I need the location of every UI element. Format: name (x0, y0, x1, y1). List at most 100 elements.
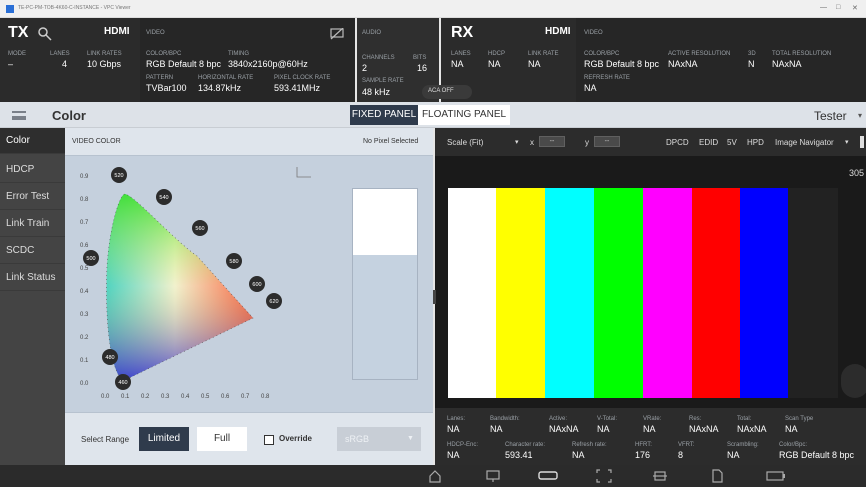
svg-text:500: 500 (86, 256, 95, 262)
color-bar-green (594, 188, 643, 398)
rx-status-hdcp-enc-label: HDCP-Enc: (447, 442, 479, 448)
rx-hdcp-label: HDCP (488, 51, 506, 57)
wavelength-marker-600: 600 (249, 276, 265, 292)
y-axis-tick-5: 0.4 (80, 289, 89, 295)
network-icon[interactable] (652, 469, 668, 483)
fixed-panel-button[interactable]: FIXED PANEL (350, 105, 418, 125)
rx-status-hfrt-label: HFRT: (635, 442, 652, 448)
tab-edid[interactable]: EDID (699, 138, 718, 147)
tab-hpd[interactable]: HPD (747, 138, 764, 147)
color-bar-white (448, 188, 496, 398)
rx-status-scan-type-label: Scan Type (785, 416, 814, 422)
svg-text:540: 540 (159, 195, 168, 201)
rx-status-vtotal-label: V-Total: (597, 416, 618, 422)
tab-image-navigator[interactable]: Image Navigator (775, 138, 834, 147)
y-axis-tick-3: 0.6 (80, 243, 89, 249)
monitor-icon[interactable] (486, 469, 500, 483)
rx-status-vfrt-value: 8 (678, 450, 684, 460)
no-display-icon[interactable] (330, 28, 344, 40)
rx-status-scrambling-label: Scrambling: (727, 442, 759, 448)
minimize-button[interactable]: — (820, 4, 827, 11)
y-axis-tick-9: 0.0 (80, 381, 89, 387)
video-color-panel: VIDEO COLOR No Pixel Selected 0.9 0.8 0.… (65, 128, 433, 465)
rx-lanes-value: NA (451, 59, 464, 69)
screen-capture-icon[interactable] (596, 469, 612, 483)
hamburger-menu-icon[interactable] (12, 111, 26, 120)
full-range-button[interactable]: Full (197, 427, 247, 451)
color-bar-test-pattern[interactable] (448, 188, 838, 398)
rx-status-scan-type-value: NA (785, 424, 798, 434)
rx-status-hfrt-value: 176 (635, 450, 651, 460)
rx-status-bandwidth-label: Bandwidth: (490, 416, 520, 422)
pixel-status: No Pixel Selected (363, 138, 419, 145)
color-bar-cyan (545, 188, 594, 398)
tab-dpcd[interactable]: DPCD (666, 138, 689, 147)
maximize-button[interactable]: □ (836, 4, 840, 11)
user-name[interactable]: Tester (814, 109, 847, 123)
x-axis-tick-8: 0.8 (261, 394, 270, 400)
battery-icon[interactable] (766, 471, 786, 481)
tx-horizontal-rate-label: HORIZONTAL RATE (198, 75, 254, 81)
scale-dropdown-icon[interactable]: ▾ (515, 138, 519, 146)
rx-status-vrate-label: VRate: (643, 416, 662, 422)
sidebar-item-hdcp[interactable]: HDCP (0, 157, 65, 183)
svg-text:480: 480 (105, 355, 114, 361)
svg-text:620: 620 (269, 299, 278, 305)
tx-pattern-label: PATTERN (146, 75, 174, 81)
color-bar-black (788, 188, 838, 398)
y-axis-tick-7: 0.2 (80, 335, 89, 341)
tx-color-bpc-label: COLOR/BPC (146, 51, 182, 57)
user-dropdown-icon[interactable]: ▾ (858, 111, 862, 120)
override-checkbox[interactable] (264, 435, 274, 445)
y-coordinate-input[interactable]: -- (594, 136, 620, 147)
rx-status-lanes-label: Lanes: (447, 416, 466, 422)
scale-select[interactable]: Scale (Fit) (447, 138, 483, 147)
home-icon[interactable] (428, 469, 442, 483)
sidebar-item-link-train[interactable]: Link Train (0, 211, 65, 237)
sidebar-item-error-test[interactable]: Error Test (0, 184, 65, 210)
tab-5v[interactable]: 5V (727, 138, 737, 147)
tx-lanes-value: 4 (62, 59, 68, 69)
colorspace-select[interactable]: sRGB ▼ (337, 427, 421, 451)
rx-status-refresh-rate-label: Refresh rate: (572, 442, 607, 448)
audio-sample-rate-value: 48 kHz (362, 87, 391, 97)
tx-timing-value: 3840x2160p@60Hz (228, 59, 308, 69)
rx-status-active-value: NAxNA (549, 424, 579, 434)
x-coordinate-input[interactable]: -- (539, 136, 565, 147)
x-axis-tick-0: 0.0 (101, 394, 110, 400)
color-bar-blue (740, 188, 788, 398)
tx-mode-value: – (8, 59, 14, 69)
x-axis-tick-6: 0.6 (221, 394, 230, 400)
hdmi-port-icon[interactable] (538, 470, 558, 482)
scroll-navigator[interactable] (841, 364, 866, 398)
svg-text:600: 600 (252, 282, 261, 288)
panel-splitter-handle[interactable] (433, 290, 436, 304)
close-button[interactable]: ✕ (852, 4, 858, 12)
sidebar-item-link-status[interactable]: Link Status (0, 265, 65, 291)
sidebar-item-color[interactable]: Color (0, 128, 65, 154)
audio-bits-value: 16 (417, 63, 428, 73)
wavelength-marker-540: 540 (156, 189, 172, 205)
panel-edge-handle[interactable] (860, 136, 864, 148)
limited-range-button[interactable]: Limited (139, 427, 189, 451)
floating-panel-button[interactable]: FLOATING PANEL (418, 105, 510, 125)
search-icon[interactable] (38, 27, 52, 41)
rx-total-resolution-label: TOTAL RESOLUTION (772, 51, 832, 57)
tx-color-bpc-value: RGB Default 8 bpc (146, 59, 222, 69)
tx-link-rates-value: 10 Gbps (87, 59, 122, 69)
navigator-dropdown-icon[interactable]: ▾ (845, 138, 849, 146)
document-icon[interactable] (710, 469, 724, 483)
cie-corner-marker (296, 167, 311, 178)
navigator-side-value: 305 (849, 168, 865, 178)
navigator-toolbar: Scale (Fit) ▾ x -- y -- DPCD EDID 5V HPD… (435, 128, 866, 156)
audio-channels-label: CHANNELS (362, 55, 395, 61)
aca-toggle[interactable]: ACA OFF (422, 85, 472, 99)
page-title: Color (52, 108, 86, 123)
rx-refresh-rate-label: REFRESH RATE (584, 75, 630, 81)
rx-color-bpc-label: COLOR/BPC (584, 51, 620, 57)
audio-section: AUDIO (362, 30, 382, 36)
rx-status-refresh-rate-value: NA (572, 450, 585, 460)
app-icon (6, 5, 14, 13)
sidebar-item-scdc[interactable]: SCDC (0, 238, 65, 264)
tx-horizontal-rate-value: 134.87kHz (198, 83, 242, 93)
